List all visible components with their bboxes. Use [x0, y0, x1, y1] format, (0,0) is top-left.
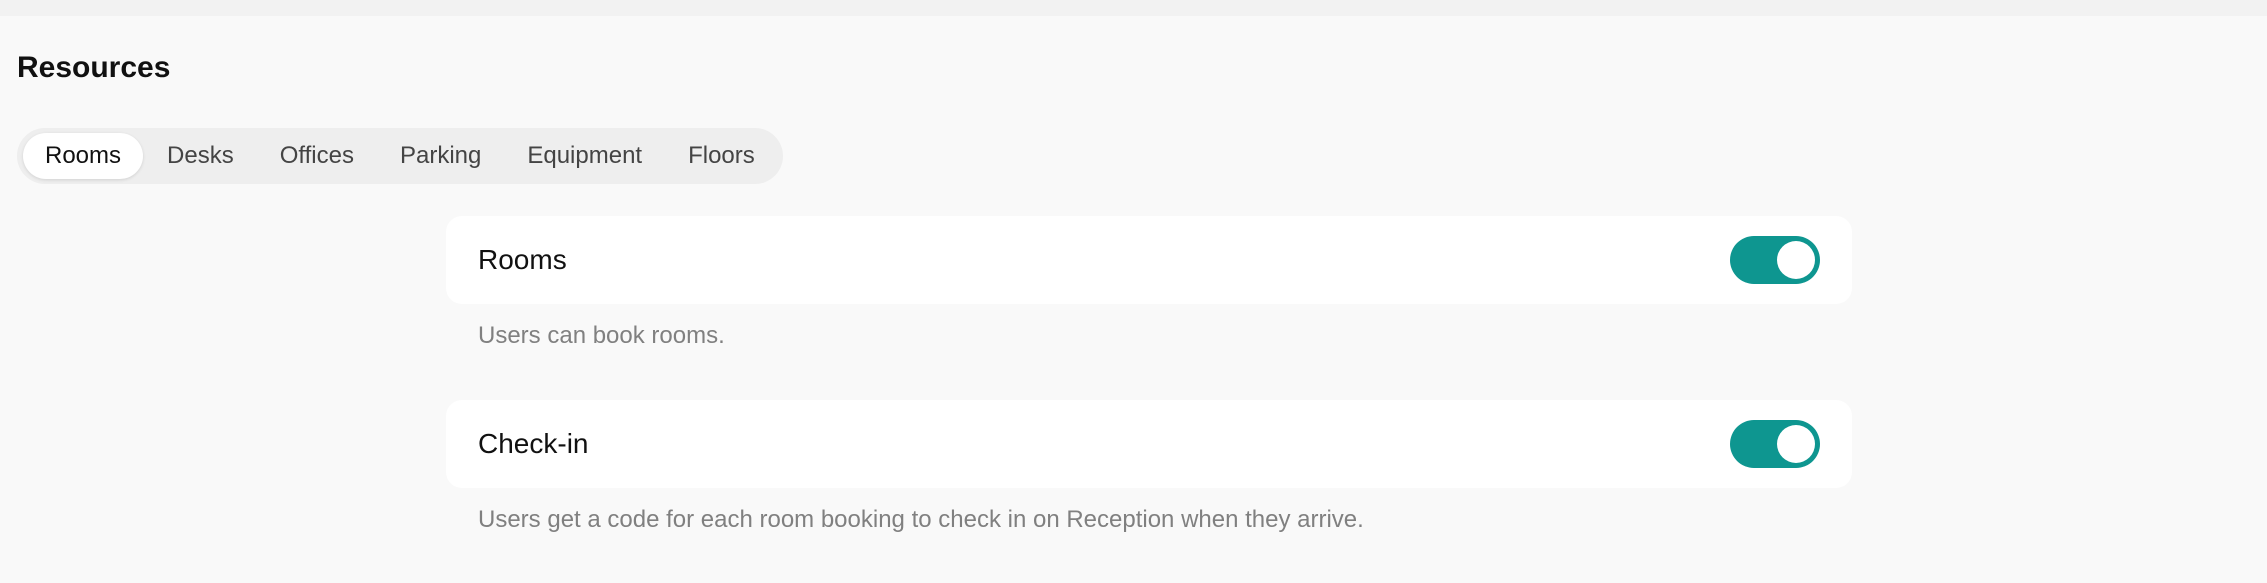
- resource-tabs: Rooms Desks Offices Parking Equipment Fl…: [17, 128, 783, 184]
- rooms-toggle[interactable]: [1730, 236, 1820, 284]
- tab-offices[interactable]: Offices: [258, 133, 376, 179]
- tab-desks[interactable]: Desks: [145, 133, 256, 179]
- top-bar: [0, 0, 2267, 16]
- tab-floors[interactable]: Floors: [666, 133, 777, 179]
- check-in-toggle-knob: [1777, 425, 1815, 463]
- setting-card-check-in: Check-in: [446, 400, 1852, 488]
- setting-description-rooms: Users can book rooms.: [478, 322, 725, 349]
- setting-description-check-in: Users get a code for each room booking t…: [478, 506, 1364, 533]
- tab-parking[interactable]: Parking: [378, 133, 503, 179]
- tab-rooms[interactable]: Rooms: [23, 133, 144, 179]
- setting-card-rooms: Rooms: [446, 216, 1852, 304]
- page-title: Resources: [17, 51, 171, 84]
- setting-label-check-in: Check-in: [478, 428, 589, 459]
- check-in-toggle[interactable]: [1730, 420, 1820, 468]
- setting-check-in: Check-in Users get a code for each room …: [446, 400, 1852, 534]
- rooms-toggle-knob: [1777, 241, 1815, 279]
- setting-rooms: Rooms Users can book rooms.: [446, 216, 1852, 350]
- setting-label-rooms: Rooms: [478, 244, 567, 275]
- tab-equipment[interactable]: Equipment: [505, 133, 664, 179]
